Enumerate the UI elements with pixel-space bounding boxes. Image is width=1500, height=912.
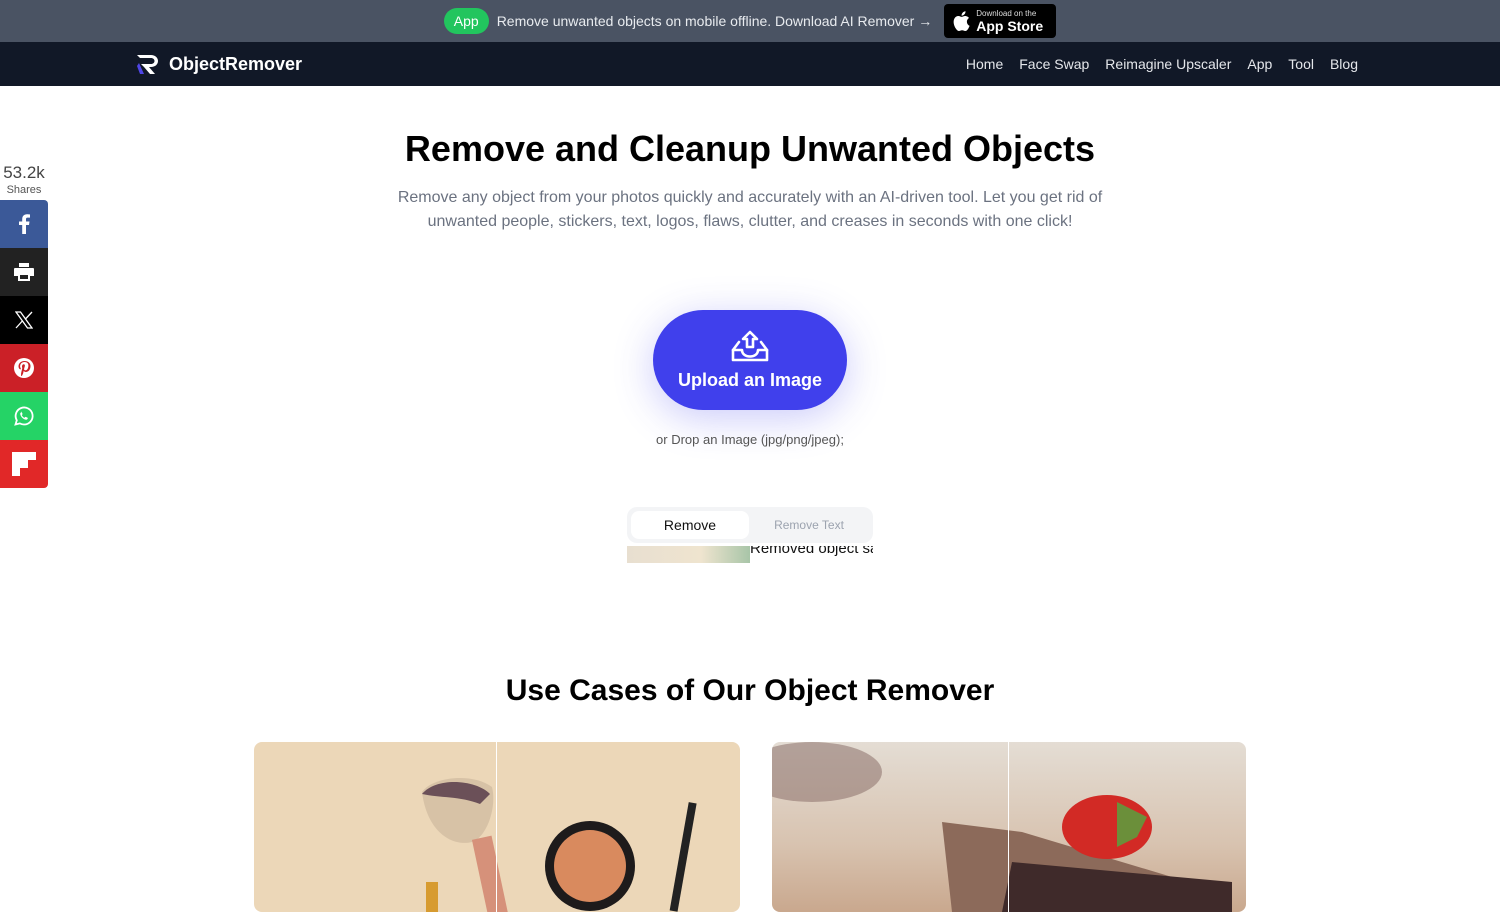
app-badge: App: [443, 8, 489, 34]
share-flipboard-button[interactable]: [0, 440, 48, 488]
share-pinterest-button[interactable]: [0, 344, 48, 392]
pinterest-icon: [14, 358, 34, 378]
drop-hint: or Drop an Image (jpg/png/jpeg);: [656, 432, 844, 447]
promo-bar: App Remove unwanted objects on mobile of…: [0, 0, 1500, 42]
page-title: Remove and Cleanup Unwanted Objects: [404, 128, 1096, 169]
facebook-icon: [19, 214, 30, 234]
hero-section: Remove and Cleanup Unwanted Objects Remo…: [0, 86, 1500, 234]
main-nav: ObjectRemover Home Face Swap Reimagine U…: [0, 42, 1500, 86]
tab-remove-text[interactable]: Remove Text: [749, 511, 869, 539]
promo-message[interactable]: Remove unwanted objects on mobile offlin…: [497, 13, 933, 29]
app-store-small-text: Download on the: [976, 8, 1037, 18]
upload-area[interactable]: Upload an Image or Drop an Image (jpg/pn…: [0, 310, 1500, 447]
whatsapp-icon: [14, 406, 34, 426]
share-count: 53.2k: [3, 163, 45, 182]
upload-image-button[interactable]: Upload an Image: [653, 310, 847, 410]
x-icon: [15, 311, 33, 329]
app-store-button[interactable]: Download on the App Store: [944, 4, 1057, 38]
use-case-card-cake[interactable]: [772, 742, 1246, 912]
share-whatsapp-button[interactable]: [0, 392, 48, 440]
share-print-button[interactable]: [0, 248, 48, 296]
mode-tabs: Remove Objects Remove Text: [627, 507, 873, 561]
flipboard-icon: [12, 452, 36, 476]
nav-link-tool[interactable]: Tool: [1288, 56, 1314, 72]
printer-icon: [14, 263, 34, 281]
upload-button-label: Upload an Image: [677, 369, 823, 390]
apple-icon: [953, 11, 970, 32]
nav-link-app[interactable]: App: [1247, 56, 1272, 72]
page-subtitle: Remove any object from your photos quick…: [397, 189, 1103, 230]
sample-image-alt-text: Removed object sample: [750, 546, 873, 557]
share-facebook-button[interactable]: [0, 200, 48, 248]
brand-name: ObjectRemover: [169, 53, 303, 74]
brand-logo[interactable]: ObjectRemover: [135, 53, 302, 75]
share-x-button[interactable]: [0, 296, 48, 344]
share-sidebar: 53.2k Shares: [0, 163, 48, 488]
nav-link-home[interactable]: Home: [966, 56, 1003, 72]
share-label: Shares: [6, 184, 42, 196]
makeup-image: [422, 777, 697, 912]
use-case-card-makeup[interactable]: [254, 742, 740, 912]
sample-image-thumbnail: [627, 546, 750, 563]
compare-divider[interactable]: [496, 742, 497, 912]
nav-link-reimagine-upscaler[interactable]: Reimagine Upscaler: [1105, 56, 1231, 72]
compare-divider[interactable]: [1008, 742, 1009, 912]
cake-image: [772, 742, 1232, 912]
use-cases-title: Use Cases of Our Object Remover: [505, 674, 995, 707]
logo-icon: [137, 55, 158, 74]
sample-image: Removed object sample: [627, 546, 873, 563]
nav-link-blog[interactable]: Blog: [1330, 56, 1358, 72]
nav-link-face-swap[interactable]: Face Swap: [1019, 56, 1089, 72]
tab-remove-objects[interactable]: Remove Objects: [631, 511, 749, 561]
app-store-big-text: App Store: [976, 17, 1044, 34]
upload-tray-icon: [731, 330, 769, 361]
